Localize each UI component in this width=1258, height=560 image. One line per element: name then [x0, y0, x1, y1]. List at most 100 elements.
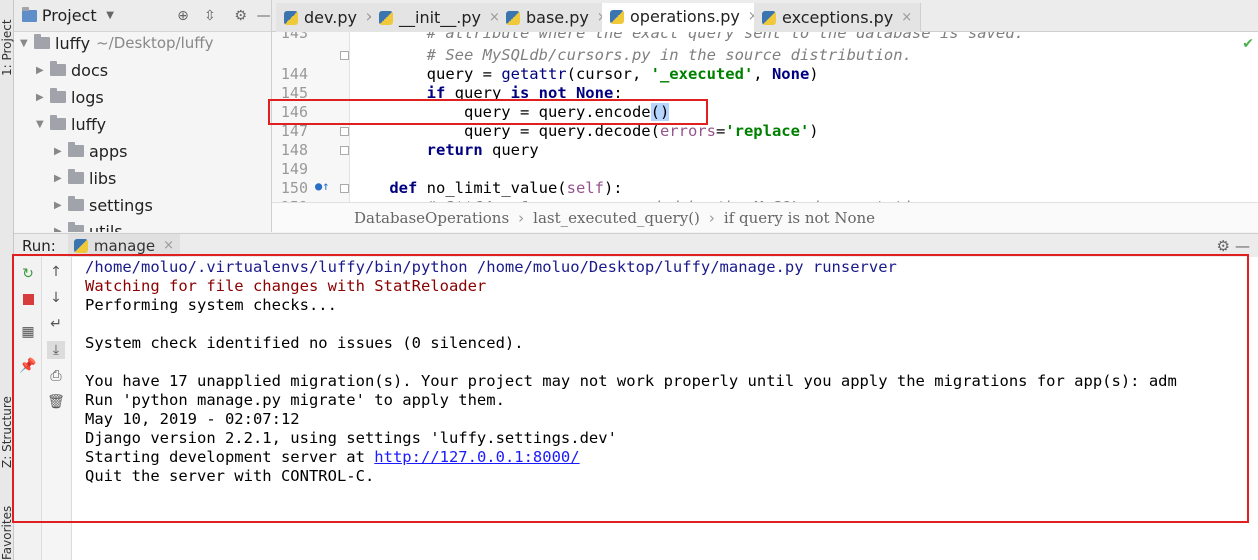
tree-item-logs[interactable]: ▶ logs — [36, 84, 104, 110]
tree-item-luffy-package[interactable]: ▼ luffy — [36, 111, 106, 137]
structure-tool-tab[interactable]: Z: Structure — [0, 388, 14, 468]
folder-icon — [68, 142, 84, 157]
code-line: return query — [426, 141, 539, 159]
project-tool-tab[interactable]: 1: Project — [0, 4, 14, 76]
hide-panel-icon[interactable]: — — [1235, 237, 1250, 255]
code-area[interactable]: 143 144 145 146 147 148 149 150 151 ●↑ #… — [272, 32, 1258, 202]
crosshair-icon[interactable]: ⊕ — [176, 8, 191, 24]
arrow-down-icon[interactable]: ↓ — [47, 289, 65, 307]
console-line: Starting development server at http://12… — [85, 448, 580, 466]
code-line: query = query.decode(errors='replace') — [352, 122, 819, 140]
line-number: 146 — [280, 103, 308, 121]
project-panel: Project ▼ ⊕ ⇳ ⚙ — ▼ luffy ~/Desktop/luff… — [14, 0, 272, 232]
line-number: 145 — [280, 84, 308, 102]
console-line: Django version 2.2.1, using settings 'lu… — [85, 429, 617, 447]
fold-marker-icon[interactable] — [340, 51, 349, 60]
collapse-arrow-icon[interactable]: ▶ — [36, 65, 50, 76]
tree-item-luffy-root[interactable]: ▼ luffy ~/Desktop/luffy — [20, 30, 214, 56]
collapse-arrow-icon[interactable]: ▶ — [36, 92, 50, 103]
tree-item-label: settings — [89, 195, 153, 215]
tree-item-apps[interactable]: ▶ apps — [54, 138, 127, 164]
tree-item-label: apps — [89, 141, 128, 161]
line-number: 149 — [280, 160, 308, 178]
code-line: def no_limit_value(self): — [389, 179, 623, 197]
folder-icon — [50, 88, 66, 103]
console-text: Starting development server at — [85, 448, 375, 466]
folder-icon — [68, 222, 84, 232]
breadcrumb-item[interactable]: if query is not None — [724, 209, 875, 227]
chevron-down-icon[interactable]: ▼ — [103, 10, 118, 21]
fold-marker-icon[interactable] — [340, 146, 349, 155]
close-icon[interactable]: × — [901, 10, 912, 25]
project-folder-icon — [22, 6, 37, 22]
project-panel-header: Project ▼ ⊕ ⇳ ⚙ — — [14, 0, 271, 32]
run-config-label: manage — [93, 236, 156, 255]
print-icon[interactable]: ⎙ — [47, 367, 65, 385]
gear-icon[interactable]: ⚙ — [1217, 237, 1230, 255]
line-number: 148 — [280, 141, 308, 159]
tab-exceptions-py[interactable]: exceptions.py × — [754, 3, 922, 32]
console-line: Run 'python manage.py migrate' to apply … — [85, 391, 505, 409]
close-icon[interactable]: × — [163, 238, 174, 253]
code-editor: dev.py × __init__.py × base.py × operati… — [272, 0, 1258, 232]
tree-item-settings[interactable]: ▶ settings — [54, 192, 153, 218]
editor-tab-bar: dev.py × __init__.py × base.py × operati… — [272, 0, 1258, 52]
breadcrumb-item[interactable]: DatabaseOperations — [354, 209, 509, 227]
trash-icon[interactable]: 🗑 — [47, 393, 65, 411]
fold-marker-icon[interactable] — [340, 127, 349, 136]
tree-item-label: docs — [71, 60, 109, 80]
server-url-link[interactable]: http://127.0.0.1:8000/ — [374, 448, 579, 466]
collapse-arrow-icon[interactable]: ▶ — [54, 226, 68, 233]
folder-icon — [68, 196, 84, 211]
layout-icon[interactable]: ▦ — [19, 323, 37, 341]
pin-icon[interactable]: 📌 — [19, 357, 37, 375]
run-tool-window: ↻ ▦ 📌 ↑ ↓ ↵ ⤓ ⎙ 🗑 /home/moluo/.virtualen… — [14, 257, 1258, 560]
stop-button[interactable] — [19, 291, 37, 309]
breadcrumb-item[interactable]: last_executed_query() — [533, 209, 700, 227]
line-number: 143 — [280, 32, 308, 42]
python-file-icon — [73, 238, 88, 253]
collapse-arrow-icon[interactable]: ▶ — [54, 200, 68, 211]
line-number: 150 — [280, 179, 308, 197]
rerun-icon[interactable]: ↻ — [19, 265, 37, 283]
tab-operations-py[interactable]: operations.py × — [602, 3, 768, 32]
code-line: query = getattr(cursor, '_executed', Non… — [352, 65, 819, 83]
tab-dev-py[interactable]: dev.py × — [276, 3, 385, 32]
left-tool-strip: 1: Project Z: Structure Favorites — [0, 0, 14, 560]
override-marker-icon[interactable]: ●↑ — [315, 179, 329, 193]
expand-arrow-icon[interactable]: ▼ — [36, 119, 50, 130]
console-output[interactable]: /home/moluo/.virtualenvs/luffy/bin/pytho… — [85, 257, 1255, 560]
gear-icon[interactable]: ⚙ — [233, 8, 248, 24]
stop-icon — [22, 294, 34, 305]
tab-init-py[interactable]: __init__.py × — [371, 3, 509, 32]
favorites-tool-tab[interactable]: Favorites — [0, 496, 14, 560]
hide-panel-icon[interactable]: — — [256, 8, 271, 24]
project-panel-title[interactable]: Project — [42, 6, 97, 25]
tree-item-path: ~/Desktop/luffy — [96, 34, 214, 52]
soft-wrap-icon[interactable]: ↵ — [47, 315, 65, 333]
run-config-tab[interactable]: manage × — [67, 233, 180, 258]
console-line: You have 17 unapplied migration(s). Your… — [85, 372, 1177, 390]
tree-item-libs[interactable]: ▶ libs — [54, 165, 116, 191]
code-line: if query is not None: — [426, 84, 623, 102]
scroll-to-end-icon[interactable]: ⤓ — [47, 341, 65, 359]
arrow-up-icon[interactable]: ↑ — [47, 263, 65, 281]
line-number: 147 — [280, 122, 308, 140]
console-line: System check identified no issues (0 sil… — [85, 334, 524, 352]
tree-item-utils[interactable]: ▶ utils — [54, 218, 123, 232]
expand-arrow-icon[interactable]: ▼ — [20, 38, 34, 49]
fold-marker-icon[interactable] — [340, 184, 349, 193]
run-label: Run: — [22, 236, 56, 255]
collapse-arrow-icon[interactable]: ▶ — [54, 173, 68, 184]
collapse-all-icon[interactable]: ⇳ — [202, 8, 217, 24]
tree-item-docs[interactable]: ▶ docs — [36, 57, 108, 83]
python-file-icon — [284, 10, 298, 25]
tab-base-py[interactable]: base.py × — [498, 3, 617, 32]
console-line: /home/moluo/.virtualenvs/luffy/bin/pytho… — [85, 258, 897, 276]
tree-item-label: logs — [71, 87, 104, 107]
line-number-gutter: 143 144 145 146 147 148 149 150 151 ●↑ — [272, 32, 350, 202]
chevron-right-icon: › — [708, 208, 715, 227]
tab-label: __init__.py — [399, 8, 482, 27]
collapse-arrow-icon[interactable]: ▶ — [54, 146, 68, 157]
tree-item-label: utils — [89, 221, 123, 233]
